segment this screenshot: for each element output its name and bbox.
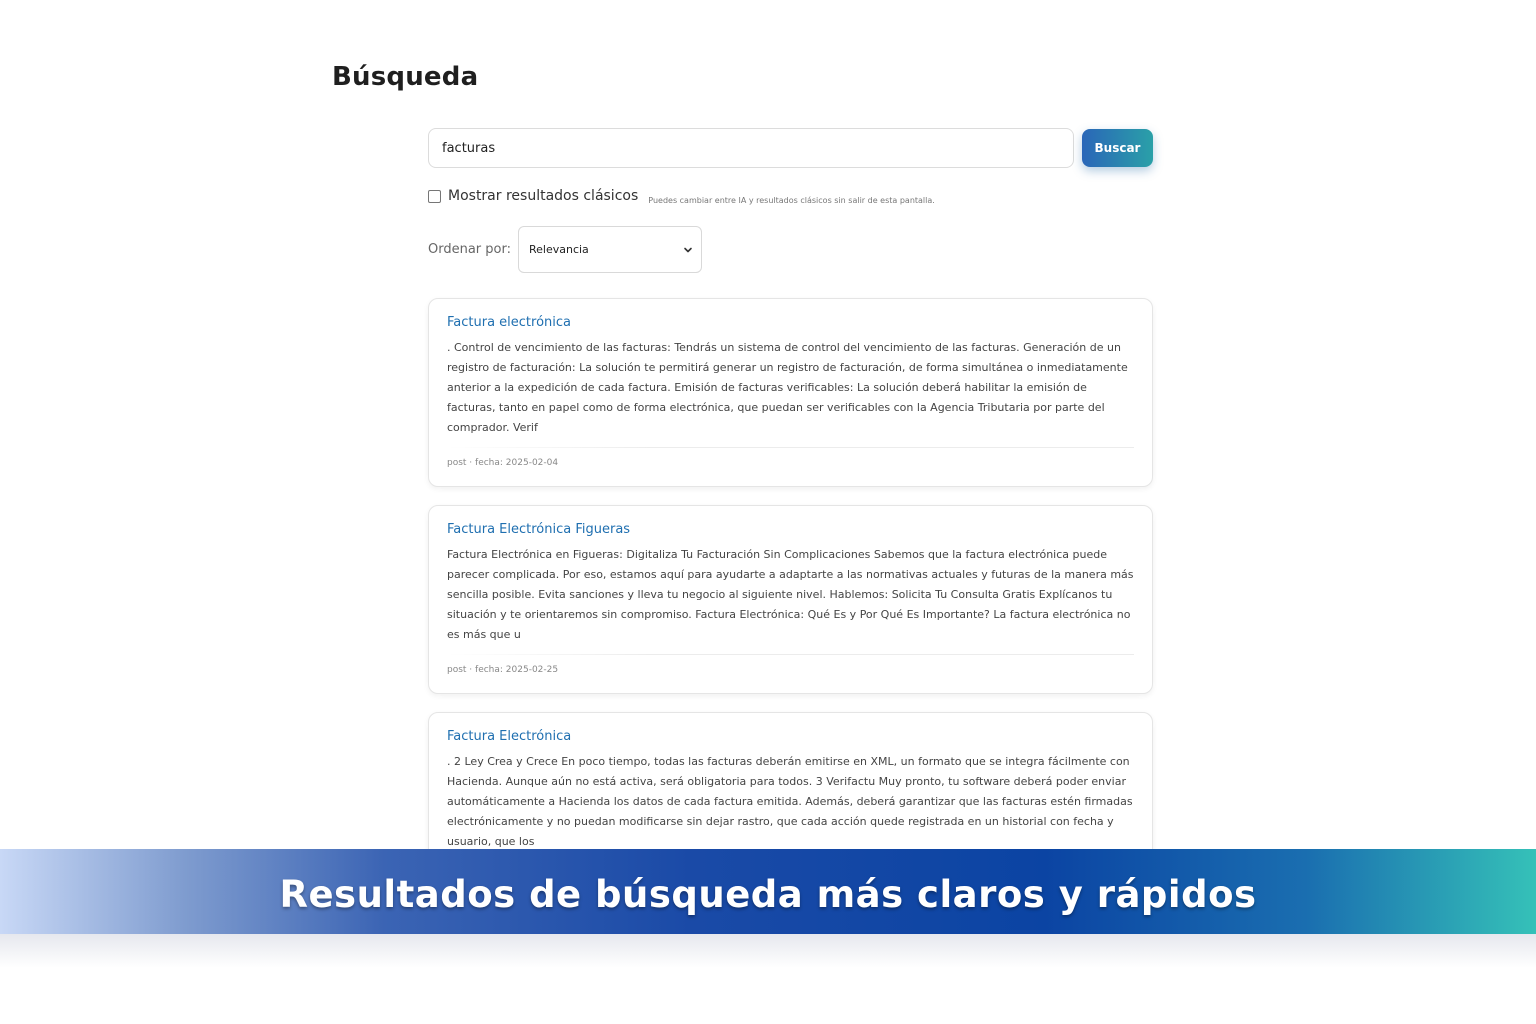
search-page: Búsqueda Buscar Mostrar resultados clási… [0, 0, 1536, 1024]
banner-shadow [0, 934, 1536, 968]
result-card: Factura electrónica . Control de vencimi… [428, 298, 1153, 487]
search-button[interactable]: Buscar [1082, 129, 1153, 167]
classic-results-checkbox[interactable] [428, 189, 441, 203]
result-title-link[interactable]: Factura Electrónica [447, 727, 1134, 747]
promo-banner: Resultados de búsqueda más claros y rápi… [0, 849, 1536, 934]
page-title: Búsqueda [332, 62, 479, 92]
result-snippet: Factura Electrónica en Figueras: Digital… [447, 548, 1134, 641]
sort-select-value: Relevancia [528, 243, 589, 256]
result-snippet: . 2 Ley Crea y Crece En poco tiempo, tod… [447, 755, 1133, 848]
sort-control: Ordenar por: Relevancia [428, 226, 702, 273]
result-title-link[interactable]: Factura electrónica [447, 313, 1134, 333]
result-card: Factura Electrónica Figueras Factura Ele… [428, 505, 1153, 694]
result-snippet: . Control de vencimiento de las facturas… [447, 341, 1128, 434]
result-card: Factura Electrónica . 2 Ley Crea y Crece… [428, 712, 1153, 872]
banner-headline: Resultados de búsqueda más claros y rápi… [279, 873, 1257, 916]
search-input[interactable] [428, 128, 1074, 168]
search-bar: Buscar [428, 128, 1154, 168]
result-meta: post · fecha: 2025-02-04 [447, 458, 559, 468]
chevron-down-icon [684, 247, 692, 252]
classic-results-toggle: Mostrar resultados clásicos Puedes cambi… [428, 186, 935, 206]
result-title-link[interactable]: Factura Electrónica Figueras [447, 520, 1134, 540]
sort-label: Ordenar por: [428, 242, 511, 257]
classic-results-label[interactable]: Mostrar resultados clásicos [448, 188, 638, 204]
classic-results-hint: Puedes cambiar entre IA y resultados clá… [648, 195, 935, 205]
result-meta: post · fecha: 2025-02-25 [447, 665, 559, 675]
sort-select[interactable]: Relevancia [517, 226, 702, 273]
